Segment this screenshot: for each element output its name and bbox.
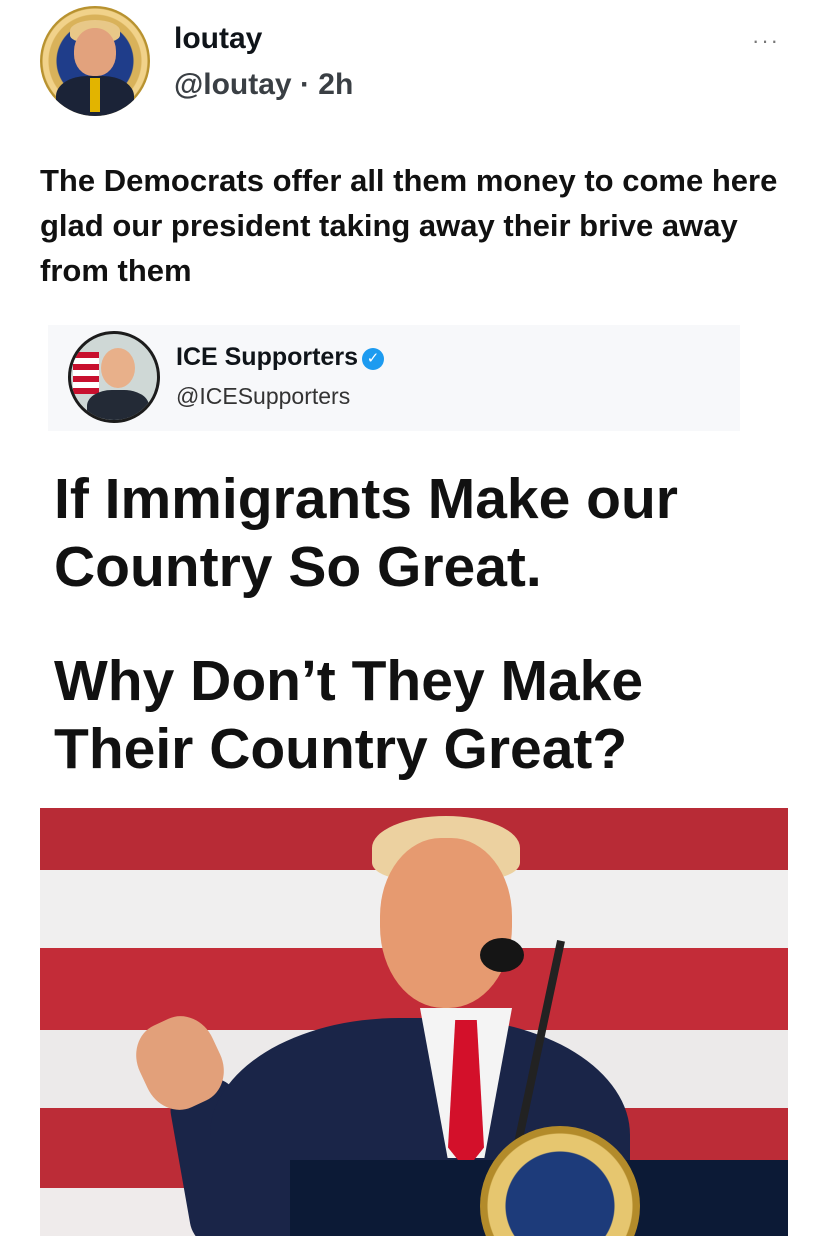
photo-head [380,838,512,1008]
microphone-icon [480,938,524,972]
post-text: The Democrats offer all them money to co… [40,163,778,288]
embed-header: ICE Supporters ✓ @ICESupporters [48,325,740,431]
avatar-face [74,28,116,76]
avatar-head [101,348,135,388]
avatar-body [87,390,149,420]
embed-name: ICE Supporters ✓ [176,343,384,372]
verified-badge-icon: ✓ [361,348,384,370]
post-header: loutay @loutay · 2h ··· [0,0,828,130]
more-horizontal-icon[interactable]: ··· [752,28,780,54]
meta-separator: · [299,68,310,101]
headline-1: If Immigrants Make our Country So Great. [54,467,678,599]
post-time[interactable]: 2h [318,68,353,101]
embed-handle: @ICESupporters [176,383,351,409]
embed-avatar [68,331,160,423]
embedded-image[interactable]: ICE Supporters ✓ @ICESupporters If Immigr… [40,325,800,1236]
embed-name-text: ICE Supporters [176,343,358,371]
headline-2: Why Don’t They Make Their Country Great? [54,649,644,781]
avatar-flag [73,352,99,394]
author-handle[interactable]: @loutay [174,68,292,101]
avatar-tie [90,78,100,112]
author-avatar[interactable] [40,6,150,116]
author-name[interactable]: loutay [174,22,262,56]
author-meta: @loutay · 2h [174,68,353,102]
embed-photo [40,808,788,1236]
